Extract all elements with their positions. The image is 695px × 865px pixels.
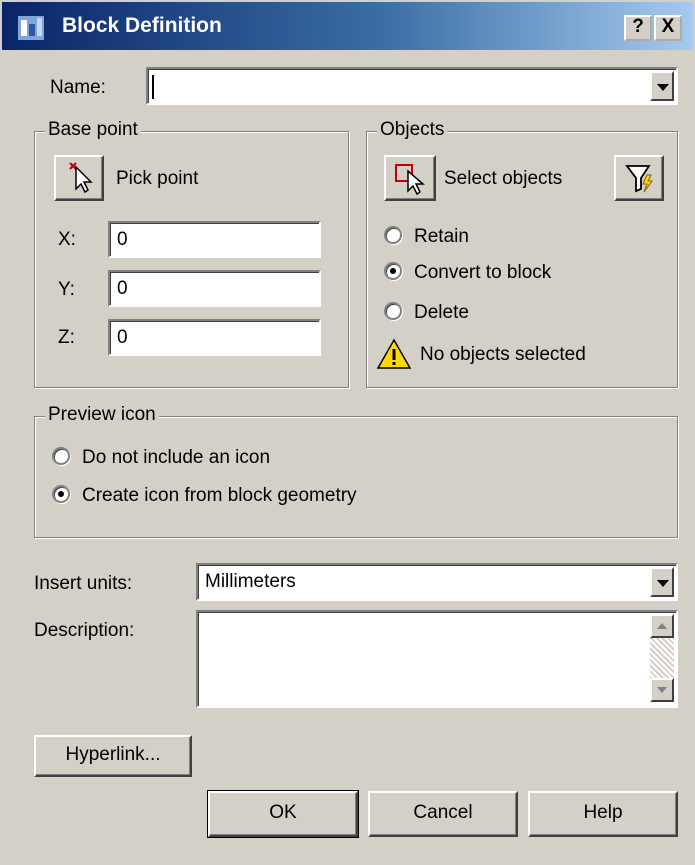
help-button[interactable]: Help	[528, 791, 678, 837]
insert-units-label: Insert units:	[34, 573, 133, 594]
name-dropdown-chevron-down-icon[interactable]	[650, 71, 674, 101]
z-value: 0	[117, 326, 128, 348]
z-label: Z:	[58, 327, 75, 348]
title-bar[interactable]: Block Definition ? X	[0, 0, 695, 52]
select-objects-icon	[395, 164, 426, 196]
quick-select-button[interactable]	[614, 155, 664, 201]
retain-label: Retain	[414, 226, 469, 247]
z-coordinate-input[interactable]: 0	[108, 319, 321, 356]
insert-units-select[interactable]: Millimeters	[196, 563, 678, 601]
insert-units-value: Millimeters	[205, 571, 296, 592]
warning-icon	[376, 338, 412, 369]
y-label: Y:	[58, 279, 75, 300]
text-caret	[152, 75, 154, 99]
select-objects-label: Select objects	[444, 168, 563, 189]
close-button[interactable]: X	[654, 15, 682, 41]
scroll-down-button[interactable]	[650, 678, 674, 702]
chevron-up-icon	[657, 623, 667, 629]
create-icon-label: Create icon from block geometry	[82, 485, 357, 506]
x-coordinate-input[interactable]: 0	[108, 221, 321, 258]
pick-point-icon	[69, 162, 93, 194]
scroll-up-button[interactable]	[650, 614, 674, 638]
name-label: Name:	[50, 77, 106, 99]
ok-button[interactable]: OK	[207, 790, 359, 838]
base-point-title: Base point	[45, 119, 141, 141]
convert-to-block-label: Convert to block	[414, 262, 552, 283]
y-value: 0	[117, 277, 128, 299]
pick-point-button[interactable]	[54, 155, 104, 201]
chevron-down-icon	[657, 687, 667, 693]
block-definition-dialog: Block Definition ? X Name: Base point Pi…	[0, 0, 695, 865]
hyperlink-button[interactable]: Hyperlink...	[34, 735, 192, 777]
no-icon-label: Do not include an icon	[82, 447, 271, 468]
insert-units-chevron-down-icon[interactable]	[650, 567, 674, 597]
cancel-button[interactable]: Cancel	[368, 791, 518, 837]
delete-radio[interactable]	[384, 302, 402, 320]
description-textarea[interactable]	[196, 610, 678, 708]
delete-label: Delete	[414, 302, 469, 323]
help-title-button[interactable]: ?	[624, 15, 652, 41]
no-icon-radio[interactable]	[52, 447, 70, 465]
select-objects-button[interactable]	[384, 155, 436, 201]
y-coordinate-input[interactable]: 0	[108, 270, 321, 307]
name-label-text: Name:	[50, 77, 106, 98]
scrollbar-track[interactable]	[650, 638, 674, 678]
filter-icon	[625, 165, 653, 193]
preview-icon-title: Preview icon	[45, 404, 159, 426]
x-value: 0	[117, 228, 128, 250]
description-label: Description:	[34, 620, 135, 641]
objects-title: Objects	[377, 119, 448, 141]
app-icon	[18, 16, 44, 40]
window-title: Block Definition	[62, 14, 222, 37]
pick-point-label: Pick point	[116, 168, 199, 189]
preview-icon-group: Preview icon	[34, 404, 678, 538]
create-icon-radio[interactable]	[52, 485, 70, 503]
objects-status-text: No objects selected	[420, 344, 586, 365]
x-label: X:	[58, 229, 76, 250]
convert-to-block-radio[interactable]	[384, 262, 402, 280]
name-combobox[interactable]	[146, 67, 678, 105]
retain-radio[interactable]	[384, 226, 402, 244]
